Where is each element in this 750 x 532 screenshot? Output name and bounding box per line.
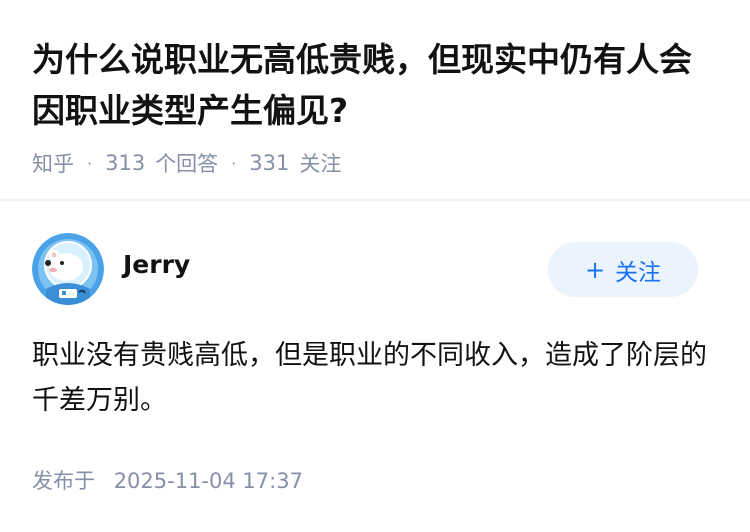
- publish-info: 发布于 2025-11-04 17:37: [32, 465, 303, 495]
- answers-count[interactable]: 313: [105, 151, 145, 175]
- plus-icon: +: [584, 255, 606, 284]
- avatar[interactable]: [32, 233, 104, 305]
- answers-label[interactable]: 个回答: [155, 148, 218, 178]
- publish-label: 发布于: [32, 469, 95, 493]
- author-name[interactable]: Jerry: [123, 250, 190, 279]
- question-header: 为什么说职业无高低贵贱，但现实中仍有人会因职业类型产生偏见? 知乎 · 313 …: [32, 34, 722, 178]
- followers-count[interactable]: 331: [249, 151, 289, 175]
- answer-author-row: Jerry + 关注: [32, 233, 698, 307]
- question-meta: 知乎 · 313 个回答 · 331 关注: [32, 148, 722, 178]
- separator-dot: ·: [87, 153, 93, 173]
- section-divider: [0, 199, 750, 201]
- polar-bear-astronaut-icon: [32, 233, 104, 305]
- answer-content[interactable]: 职业没有贵贱高低，但是职业的不同收入，造成了阶层的千差万别。: [32, 333, 712, 423]
- question-title[interactable]: 为什么说职业无高低贵贱，但现实中仍有人会因职业类型产生偏见?: [32, 34, 722, 136]
- separator-dot: ·: [231, 153, 237, 173]
- follow-button-label: 关注: [615, 259, 662, 286]
- publish-time: 2025-11-04 17:37: [113, 469, 303, 493]
- source-label[interactable]: 知乎: [32, 148, 74, 178]
- follow-button[interactable]: + 关注: [548, 242, 698, 297]
- followers-label[interactable]: 关注: [299, 148, 341, 178]
